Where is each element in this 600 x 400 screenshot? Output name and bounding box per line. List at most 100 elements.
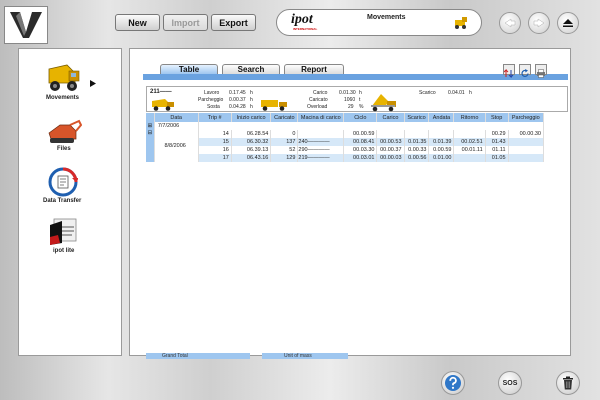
sosta-value: 0.04.28 [229, 104, 246, 110]
table-group-row[interactable]: ⊞ 7/7/2006 [146, 122, 545, 130]
trash-button[interactable] [556, 371, 580, 395]
tab-search[interactable]: Search [222, 64, 280, 74]
loader-truck-icon [152, 99, 174, 111]
macina-cell [297, 130, 345, 138]
column-header-ciclo[interactable]: Ciclo [343, 113, 378, 122]
overload-unit: % [359, 104, 364, 110]
scarico-cell: 0.00.33 [404, 146, 430, 154]
collapse-icon[interactable]: ⊟ [146, 130, 155, 162]
column-header-inizio-carico[interactable]: Inizio carico [231, 113, 272, 122]
macina-cell: 240———— [297, 138, 345, 146]
caricato-unit: t [359, 97, 361, 103]
inizio-cell: 06.39.13 [231, 146, 272, 154]
scarico-unit: h [469, 90, 472, 96]
parcheggio-cell [508, 138, 545, 146]
trip-cell: 17 [198, 154, 232, 162]
carico-cell: 00.00.03 [376, 154, 405, 162]
andata-cell: 0.00.59 [428, 146, 455, 154]
sidebar: Movements Files Data Transfer ipot lite [18, 48, 122, 356]
column-header-andata[interactable]: Andata [428, 113, 455, 122]
expander-header [146, 113, 155, 122]
tab-report[interactable]: Report [284, 64, 344, 74]
ritorno-cell [453, 130, 486, 138]
trip-cell: 15 [198, 138, 232, 146]
print-button[interactable] [535, 64, 547, 78]
table-row[interactable]: 17 06.43.16 129 219———— 00.03.01 00.00.0… [146, 154, 545, 162]
app-logo [4, 6, 48, 44]
carico-cell: 00.00.37 [376, 146, 405, 154]
stop-cell: 01.43 [485, 138, 509, 146]
help-button[interactable] [441, 371, 465, 395]
column-header-parcheggio[interactable]: Parcheggio [508, 113, 545, 122]
column-header-ritorno[interactable]: Ritorno [453, 113, 486, 122]
ipot-logo: ipot INTERNATIONAL [289, 12, 329, 34]
refresh-button[interactable] [519, 64, 531, 77]
grand-total-text: Grand Total [162, 353, 188, 359]
tab-table[interactable]: Table [160, 64, 218, 74]
expand-icon[interactable]: ⊞ [146, 122, 155, 130]
carico-cell: 00.00.53 [376, 138, 405, 146]
table-row[interactable]: ⊟ 8/8/2006 14 06.28.54 0 00.00.59 00.29 … [146, 130, 545, 162]
macina-cell: 219———— [297, 154, 345, 162]
module-banner: ipot INTERNATIONAL Movements [276, 9, 482, 36]
column-header-caricato[interactable]: Caricato [270, 113, 299, 122]
sort-button[interactable] [503, 64, 515, 79]
back-button[interactable] [499, 12, 521, 34]
sort-icon [503, 68, 514, 79]
inizio-cell: 06.43.16 [231, 154, 272, 162]
table-row[interactable]: 15 06.30.32 137 240———— 00.08.41 00.00.5… [146, 138, 545, 146]
parcheggio-cell: 00.00.30 [508, 130, 545, 138]
new-button[interactable]: New [115, 14, 160, 31]
refresh-icon [521, 69, 529, 77]
forward-icon [533, 18, 545, 28]
parcheggio-cell [508, 154, 545, 162]
column-header-scarico[interactable]: Scarico [404, 113, 430, 122]
loader-truck-icon [48, 64, 80, 91]
lavoro-unit: h [250, 90, 253, 96]
module-title: Movements [367, 14, 406, 21]
caricato-cell: 0 [270, 130, 299, 138]
sos-button[interactable]: SOS [498, 371, 522, 395]
loader-truck-icon [455, 17, 467, 29]
group-date: 7/7/2006 [154, 122, 199, 130]
ritorno-cell: 00.02.51 [453, 138, 486, 146]
caricato-cell: 52 [270, 146, 299, 154]
table-row[interactable]: 16 06.39.13 52 290———— 00.03.30 00.00.37… [146, 146, 545, 154]
parcheggio-label: Parcheggio [198, 97, 224, 103]
column-header-carico[interactable]: Carico [376, 113, 405, 122]
vehicle-id: 211—— [150, 89, 172, 95]
column-header-stop[interactable]: Stop [485, 113, 509, 122]
brand-subtitle: INTERNATIONAL [293, 27, 318, 31]
caricato-label: Caricato [309, 97, 328, 103]
lavoro-value: 0.17.45 [229, 90, 246, 96]
grand-total-label: Grand Total [146, 353, 250, 359]
inizio-cell: 06.28.54 [231, 130, 272, 138]
export-button[interactable]: Export [211, 14, 256, 31]
stop-cell: 00.29 [485, 130, 509, 138]
ciclo-cell: 00.03.30 [343, 146, 378, 154]
carico-unit: h [359, 90, 362, 96]
ritorno-cell: 00.01.11 [453, 146, 486, 154]
parcheggio-unit: h [250, 97, 253, 103]
stop-cell: 01.05 [485, 154, 509, 162]
back-icon [504, 18, 516, 28]
lavoro-label: Lavoro [204, 90, 220, 96]
ipot-lite-icon [50, 218, 77, 245]
summary-panel: 211—— Lavoro 0.17.45 h Parcheggio 0.00.3… [146, 86, 568, 112]
column-header-trip[interactable]: Trip # [198, 113, 232, 122]
help-icon [445, 375, 461, 391]
andata-cell [428, 130, 455, 138]
column-header-data[interactable]: Data [154, 113, 199, 122]
caricato-cell: 137 [270, 138, 299, 146]
import-button[interactable]: Import [163, 14, 208, 31]
forward-button[interactable] [528, 12, 550, 34]
sosta-unit: h [250, 104, 253, 110]
eject-button[interactable] [557, 12, 579, 34]
carico-label: Carico [313, 90, 328, 96]
scarico-value: 0.04.01 [448, 90, 465, 96]
dump-truck-icon [261, 100, 287, 111]
column-header-macina[interactable]: Macina di carico [297, 113, 345, 122]
brand-name: ipot [291, 12, 313, 27]
macina-cell: 290———— [297, 146, 345, 154]
scarico-cell: 0.00.56 [404, 154, 430, 162]
